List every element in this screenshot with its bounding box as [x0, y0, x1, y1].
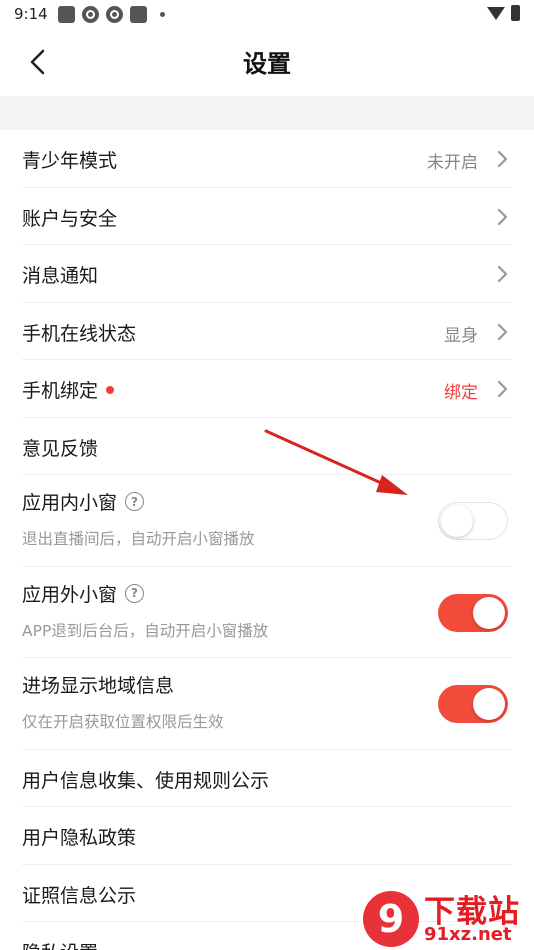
settings-list: 青少年模式 未开启 账户与安全 消息通知 手机在线状态 显身 手机绑定 绑定 意… [0, 130, 534, 950]
wifi-icon [487, 6, 505, 20]
battery-icon [511, 5, 520, 21]
setting-label: 隐私设置 [22, 938, 98, 950]
new-badge-dot [106, 385, 115, 394]
watermark-logo-text: 9 [378, 897, 404, 941]
chevron-right-icon [497, 323, 508, 340]
toggle-knob [441, 505, 473, 537]
setting-out-app-mini-window: 应用外小窗? APP退到后台后，自动开启小窗播放 [22, 567, 512, 658]
setting-description: 仅在开启获取位置权限后生效 [22, 713, 224, 731]
sync-icon [82, 6, 99, 23]
chevron-right-icon [497, 208, 508, 225]
chevron-right-icon [497, 265, 508, 283]
setting-value: 绑定 [444, 383, 478, 403]
setting-info-collection-rules[interactable]: 用户信息收集、使用规则公示 [22, 750, 512, 807]
sync-icon [106, 6, 123, 23]
setting-label-text: 应用外小窗 [22, 583, 118, 606]
setting-label: 消息通知 [22, 265, 99, 287]
nav-bar: 设置 [0, 30, 534, 94]
setting-online-status[interactable]: 手机在线状态 显身 [22, 303, 512, 360]
help-icon[interactable]: ? [125, 492, 145, 511]
status-bar: 9:14 [0, 0, 534, 30]
setting-account-security[interactable]: 账户与安全 [22, 188, 512, 245]
watermark-logo-icon: 9 [363, 891, 419, 947]
system-icons [487, 5, 520, 21]
setting-label: 进场显示地域信息 [22, 675, 175, 697]
setting-value: 显身 [444, 325, 478, 346]
more-notifications-icon [160, 12, 165, 17]
setting-youth-mode[interactable]: 青少年模式 未开启 [22, 130, 512, 188]
toggle-knob [473, 596, 505, 629]
chevron-right-icon [497, 150, 508, 168]
setting-label: 应用内小窗? [22, 488, 145, 515]
setting-show-region: 进场显示地域信息 仅在开启获取位置权限后生效 [22, 658, 512, 750]
help-icon[interactable]: ? [125, 583, 145, 603]
watermark-url: 91xz.net [424, 924, 512, 945]
notification-icons [58, 6, 165, 23]
chevron-right-icon [497, 380, 508, 398]
setting-description: 退出直播间后，自动开启小窗播放 [22, 530, 255, 548]
setting-label: 用户隐私政策 [22, 827, 137, 849]
setting-label: 账户与安全 [22, 207, 118, 230]
setting-phone-binding[interactable]: 手机绑定 绑定 [22, 360, 512, 418]
setting-notifications[interactable]: 消息通知 [22, 245, 512, 303]
setting-label: 意见反馈 [22, 437, 99, 460]
setting-label-text: 手机绑定 [22, 380, 99, 402]
app-notification-icon [130, 6, 147, 23]
setting-label: 证照信息公示 [22, 884, 137, 907]
setting-label: 青少年模式 [22, 150, 118, 172]
show-region-toggle[interactable] [438, 685, 508, 723]
in-app-mini-window-toggle[interactable] [438, 502, 508, 540]
setting-label: 应用外小窗? [22, 580, 145, 607]
setting-value: 未开启 [427, 153, 478, 173]
toggle-knob [473, 688, 505, 720]
setting-label: 用户信息收集、使用规则公示 [22, 769, 270, 792]
setting-label: 手机绑定 [22, 376, 115, 403]
watermark: 9 下载站 91xz.net [360, 886, 532, 950]
setting-privacy-policy[interactable]: 用户隐私政策 [22, 807, 512, 865]
setting-label: 手机在线状态 [22, 322, 137, 345]
out-app-mini-window-toggle[interactable] [438, 593, 508, 632]
setting-label-text: 应用内小窗 [22, 492, 118, 514]
section-divider [0, 96, 534, 130]
setting-description: APP退到后台后，自动开启小窗播放 [22, 621, 269, 640]
app-notification-icon [58, 6, 75, 23]
annotation-arrow-icon [264, 429, 408, 495]
page-title: 设置 [243, 50, 291, 78]
status-time: 9:14 [14, 5, 48, 23]
